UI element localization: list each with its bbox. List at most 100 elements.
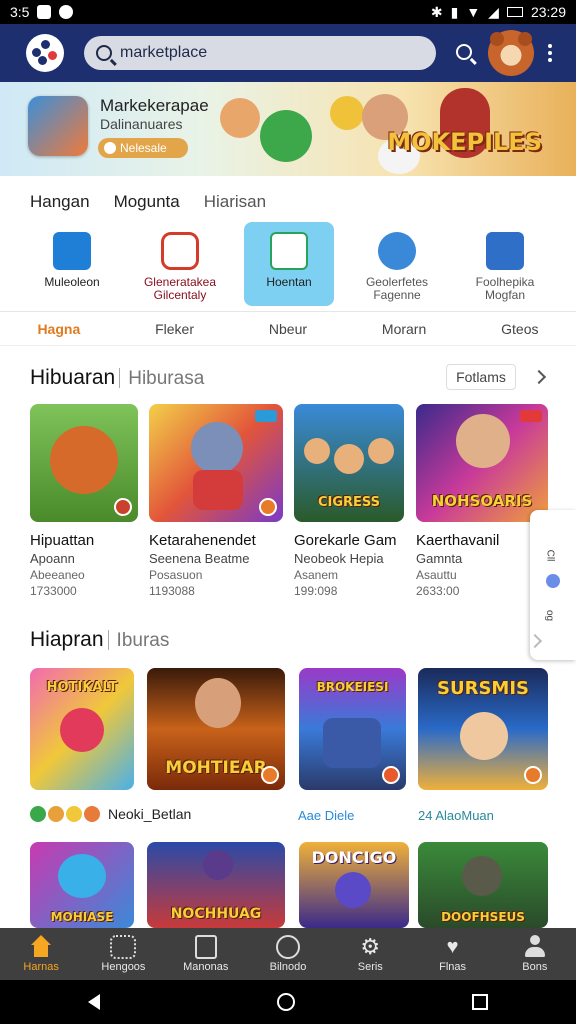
game-thumbnail [30,404,138,522]
search-icon [456,44,472,60]
search-bar[interactable]: marketplace [84,36,436,70]
category-tab[interactable]: Hangan [30,192,90,212]
banner-subtitle: Dalinanuares [100,116,183,132]
game-card[interactable]: MOHTIEAR [147,668,285,790]
category-item[interactable]: Geolerfetes Fagenne [352,222,442,306]
category-item[interactable]: Muleoleon [27,222,117,306]
search-icon [96,45,112,61]
chip-icon [30,806,46,822]
section-title: Hiapran Iburas [30,628,170,651]
sub-tab[interactable]: Hagna [37,321,80,337]
game-thumbnail: NOCHHUAG [147,842,285,928]
pill-icon [104,142,116,154]
home-icon [28,935,54,959]
category-tab[interactable]: Mogunta [114,192,180,212]
chevron-right-icon[interactable] [531,369,547,385]
back-icon[interactable] [88,994,101,1010]
game-thumbnail: BROKEIESI [299,668,406,790]
game-card[interactable]: NOCHHUAG [147,842,285,928]
game-card[interactable]: SURSMIS [418,668,548,790]
battery-icon [506,7,523,17]
row-label: Aae Diele [298,808,355,823]
game-card[interactable]: HOTIKALT [30,668,134,790]
banner-game-title: MOKEPILES [387,128,542,156]
game-thumbnail: DONCIGO [299,842,409,928]
app-logo[interactable] [26,34,64,72]
game-thumbnail: NOHSOARIS [416,404,548,522]
row-label: 24 AlaoMuan [418,808,494,823]
category-item-selected[interactable]: Hoentan [244,222,334,306]
game-thumbnail: HOTIKALT [30,668,134,790]
bluetooth-icon: ✱ [430,3,443,20]
category-tabs: Hangan Mogunta Hiarisan [30,192,266,212]
nav-categories[interactable]: Hengoos [82,928,164,980]
game-card[interactable]: MOHIASE [30,842,134,928]
sub-tab[interactable]: Gteos [501,321,538,337]
category-item[interactable]: Foolhepika Mogfan [460,222,550,306]
nav-library[interactable]: Manonas [165,928,247,980]
game-card[interactable]: Ketarahenendet Seenena Beatme Posasuon 1… [149,404,283,598]
sub-tab[interactable]: Fleker [155,321,194,337]
category-tab[interactable]: Hiarisan [204,192,266,212]
signal-icon: ◢ [488,3,499,20]
chips-label: Neoki_Betlan [108,806,192,822]
game-card[interactable]: DOOFHSEUS [418,842,548,928]
game-thumbnail: CIGRESS [294,404,404,522]
category-item[interactable]: Gleneratakea Gilcentaly [135,222,225,306]
tag-chips: Neoki_Betlan [30,806,191,822]
chip-icon [66,806,82,822]
category-icon [161,232,199,270]
section-title: Hibuaran Hiburasa [30,366,205,389]
status-clock: 23:29 [530,4,566,20]
notification-icon [37,5,52,19]
status-time: 3:5 [10,4,30,20]
home-button-icon[interactable] [276,993,295,1011]
nav-favorites[interactable]: ♥ Flnas [411,928,493,980]
vibrate-icon: ▮ [450,3,459,20]
app-notification-icon [59,5,74,19]
game-thumbnail [149,404,283,522]
document-icon [194,935,217,959]
clock-icon [275,935,300,959]
search-input[interactable]: marketplace [120,44,207,62]
game-card[interactable]: DONCIGO [299,842,409,928]
profile-avatar[interactable] [488,30,534,76]
sub-tab[interactable]: Nbeur [269,321,307,337]
person-icon [522,935,548,959]
chip-icon [48,806,64,822]
heart-icon: ♥ [446,936,459,958]
category-icon [270,232,308,270]
game-thumbnail: MOHIASE [30,842,134,928]
game-thumbnail: MOHTIEAR [147,668,285,790]
nav-home[interactable]: Harnas [0,928,82,980]
category-icon [486,232,524,270]
banner-pill-button[interactable]: Nelesale [98,138,188,158]
gear-icon: ⚙ [360,934,381,959]
system-navigation [0,980,576,1024]
banner-app-icon [28,96,88,156]
promo-banner[interactable]: Markekerapae Dalinanuares Nelesale MOKEP… [0,82,576,176]
sub-tabs: Hagna Fleker Nbeur Morarn Gteos [0,312,576,346]
more-options-icon[interactable] [548,44,552,62]
sub-tab[interactable]: Morarn [382,321,426,337]
game-card[interactable]: BROKEIESI [299,668,406,790]
nav-activity[interactable]: Bilnodo [247,928,329,980]
game-card[interactable]: Hipuattan Apoann Abeeaneo 1733000 [30,404,138,598]
category-icon [53,232,91,270]
side-tab-icon [546,574,560,588]
search-button[interactable] [454,42,476,64]
game-thumbnail: DOOFHSEUS [418,842,548,928]
nav-settings[interactable]: ⚙ Seris [329,928,411,980]
category-panel: Hangan Mogunta Hiarisan Muleoleon Glener… [0,176,576,312]
bottom-navigation: Harnas Hengoos Manonas Bilnodo ⚙ Seris ♥… [0,928,576,980]
game-card[interactable]: CIGRESS Gorekarle Gam Neobeok Hepia Asan… [294,404,404,598]
section-more-button[interactable]: Fotlams [446,364,516,390]
status-bar: 3:5 ✱ ▮ ▼ ◢ 23:29 [0,0,576,24]
category-icon [378,232,416,270]
recents-icon[interactable] [471,994,488,1010]
app-screen: 3:5 ✱ ▮ ▼ ◢ 23:29 marketplace Markekerap… [0,0,576,1024]
banner-title: Markekerapae [100,96,209,115]
chip-icon [84,806,100,822]
nav-profile[interactable]: Bons [494,928,576,980]
game-card[interactable]: NOHSOARIS Kaerthavanil Gamnta Asauttu 26… [416,404,548,598]
